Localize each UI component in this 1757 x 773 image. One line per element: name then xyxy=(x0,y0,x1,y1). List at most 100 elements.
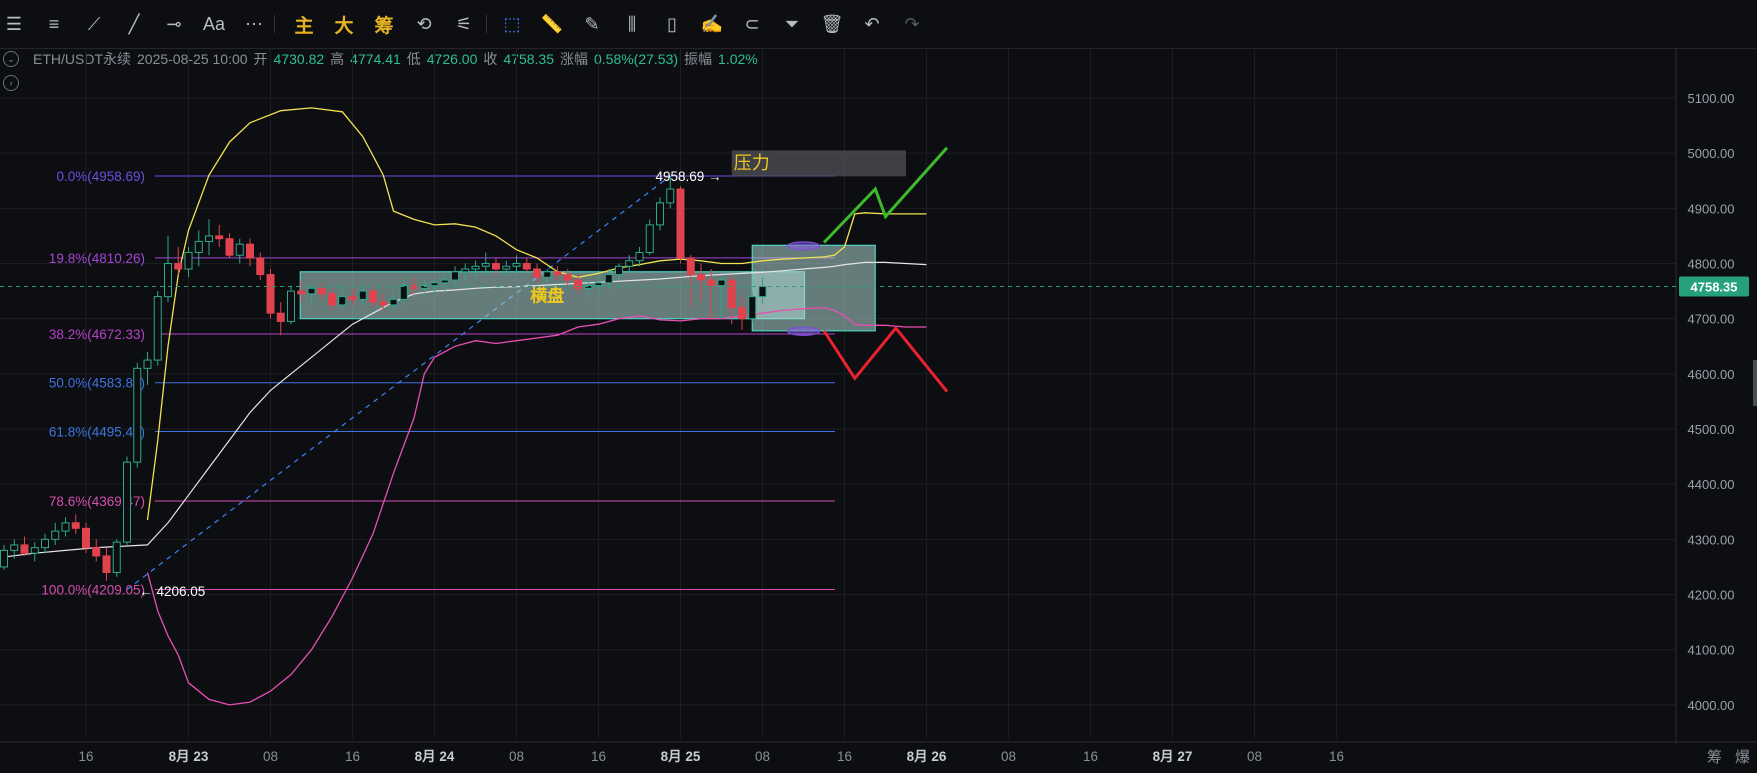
candle-body xyxy=(574,279,582,289)
candle-body xyxy=(522,263,531,270)
candle-body xyxy=(615,265,623,276)
candle-body xyxy=(594,282,603,287)
time-axis-label: 16 xyxy=(837,749,852,764)
price-axis-label: 4300.00 xyxy=(1688,532,1735,547)
candle-body xyxy=(666,188,675,204)
price-axis-label: 4600.00 xyxy=(1688,367,1735,382)
candle-body xyxy=(635,251,644,262)
candle-body xyxy=(143,359,152,369)
candle-body xyxy=(604,274,613,284)
candle-body xyxy=(748,296,757,320)
candle-body xyxy=(102,555,111,573)
candle-body xyxy=(399,285,408,300)
candle-body xyxy=(328,293,336,306)
time-axis-label: 08 xyxy=(1001,749,1016,764)
price-axis-label: 4900.00 xyxy=(1688,201,1735,216)
fib-level-label: 0.0%(4958.69) xyxy=(56,169,145,184)
price-axis-label: 5100.00 xyxy=(1688,91,1735,106)
candle-body xyxy=(717,279,726,287)
price-axis-label: 4800.00 xyxy=(1688,257,1735,272)
current-range-box xyxy=(751,244,876,332)
candle-body xyxy=(82,527,90,549)
pressure-label: 压力 xyxy=(734,153,770,174)
price-axis-label: 4000.00 xyxy=(1688,698,1735,713)
fib-level-label: 19.8%(4810.26) xyxy=(49,251,145,266)
candle-body xyxy=(440,279,449,284)
candle-body xyxy=(164,263,172,298)
candle-body xyxy=(153,296,162,361)
price-axis-label: 5000.00 xyxy=(1688,146,1735,161)
fib-level-label: 61.8%(4495.41) xyxy=(49,425,145,440)
liquidation-button[interactable]: 爆 xyxy=(1735,746,1750,767)
time-axis-label: 16 xyxy=(1083,749,1098,764)
price-chart[interactable]: 0.0%(4958.69) 19.8%(4810.26) 38.2%(4672.33… xyxy=(0,0,1757,773)
candle-body xyxy=(533,268,541,278)
candle-body xyxy=(686,257,695,276)
time-axis-label: 8月 27 xyxy=(1153,749,1193,764)
fib-level-label: 50.0%(4583.87) xyxy=(49,376,145,391)
time-axis-label: 08 xyxy=(509,749,524,764)
candle-body xyxy=(71,522,80,529)
price-axis-scroll-handle xyxy=(1753,360,1757,406)
price-axis-label: 4500.00 xyxy=(1688,422,1735,437)
candle-body xyxy=(307,287,316,295)
candle-body xyxy=(492,263,500,270)
bollinger-lower-band xyxy=(146,306,927,706)
candle-body xyxy=(348,296,357,300)
candle-body xyxy=(20,544,29,554)
candle-body xyxy=(194,240,203,253)
high-price-marker: 4958.69 → xyxy=(655,169,721,184)
candle-body xyxy=(676,188,685,259)
candle-body xyxy=(389,298,398,306)
candle-body xyxy=(727,279,736,309)
candle-body xyxy=(112,541,121,573)
candle-body xyxy=(338,296,347,306)
candle-body xyxy=(738,307,746,320)
candle-body xyxy=(512,263,521,267)
chips-button[interactable]: 筹 xyxy=(1707,746,1722,767)
candle-body xyxy=(0,549,8,568)
candle-body xyxy=(553,271,562,276)
candle-body xyxy=(451,271,459,281)
candle-body xyxy=(645,224,654,253)
candle-body xyxy=(276,312,285,322)
candle-body xyxy=(205,235,213,242)
candle-body xyxy=(563,274,572,281)
candle-body xyxy=(123,461,131,543)
support-ellipse xyxy=(786,326,821,336)
candle-body xyxy=(461,268,470,273)
candle-body xyxy=(471,265,480,270)
candle-body xyxy=(358,290,367,300)
candle-body xyxy=(61,522,70,532)
candle-body xyxy=(30,547,39,554)
candle-body xyxy=(287,290,295,322)
time-axis-label: 16 xyxy=(345,749,360,764)
time-axis-label: 8月 23 xyxy=(169,749,209,764)
candle-body xyxy=(256,257,265,276)
time-axis-label: 16 xyxy=(1329,749,1344,764)
consolidation-label: 横盘 xyxy=(530,286,564,307)
time-axis-label: 8月 26 xyxy=(907,749,947,764)
candle-body xyxy=(543,271,552,278)
candle-body xyxy=(133,367,142,463)
candle-body xyxy=(625,260,634,267)
resistance-ellipse xyxy=(786,241,821,251)
time-axis-label: 08 xyxy=(755,749,770,764)
candle-body xyxy=(225,238,234,256)
time-axis-label: 8月 25 xyxy=(661,749,701,764)
candle-body xyxy=(430,282,439,287)
price-axis-label: 4200.00 xyxy=(1688,588,1735,603)
low-price-marker: ← 4206.05 xyxy=(139,584,205,599)
candle-body xyxy=(10,544,19,551)
time-axis-label: 16 xyxy=(78,749,93,764)
candle-body xyxy=(758,285,767,298)
price-axis-label: 4400.00 xyxy=(1688,477,1735,492)
candle-body xyxy=(297,290,306,295)
candle-body xyxy=(266,274,275,314)
price-axis-label: 4100.00 xyxy=(1688,643,1735,658)
candle-body xyxy=(317,287,326,295)
candle-body xyxy=(697,274,705,281)
current-price-badge-label: 4758.35 xyxy=(1691,279,1738,294)
candle-body xyxy=(246,243,254,259)
fib-level-label: 38.2%(4672.33) xyxy=(49,327,145,342)
